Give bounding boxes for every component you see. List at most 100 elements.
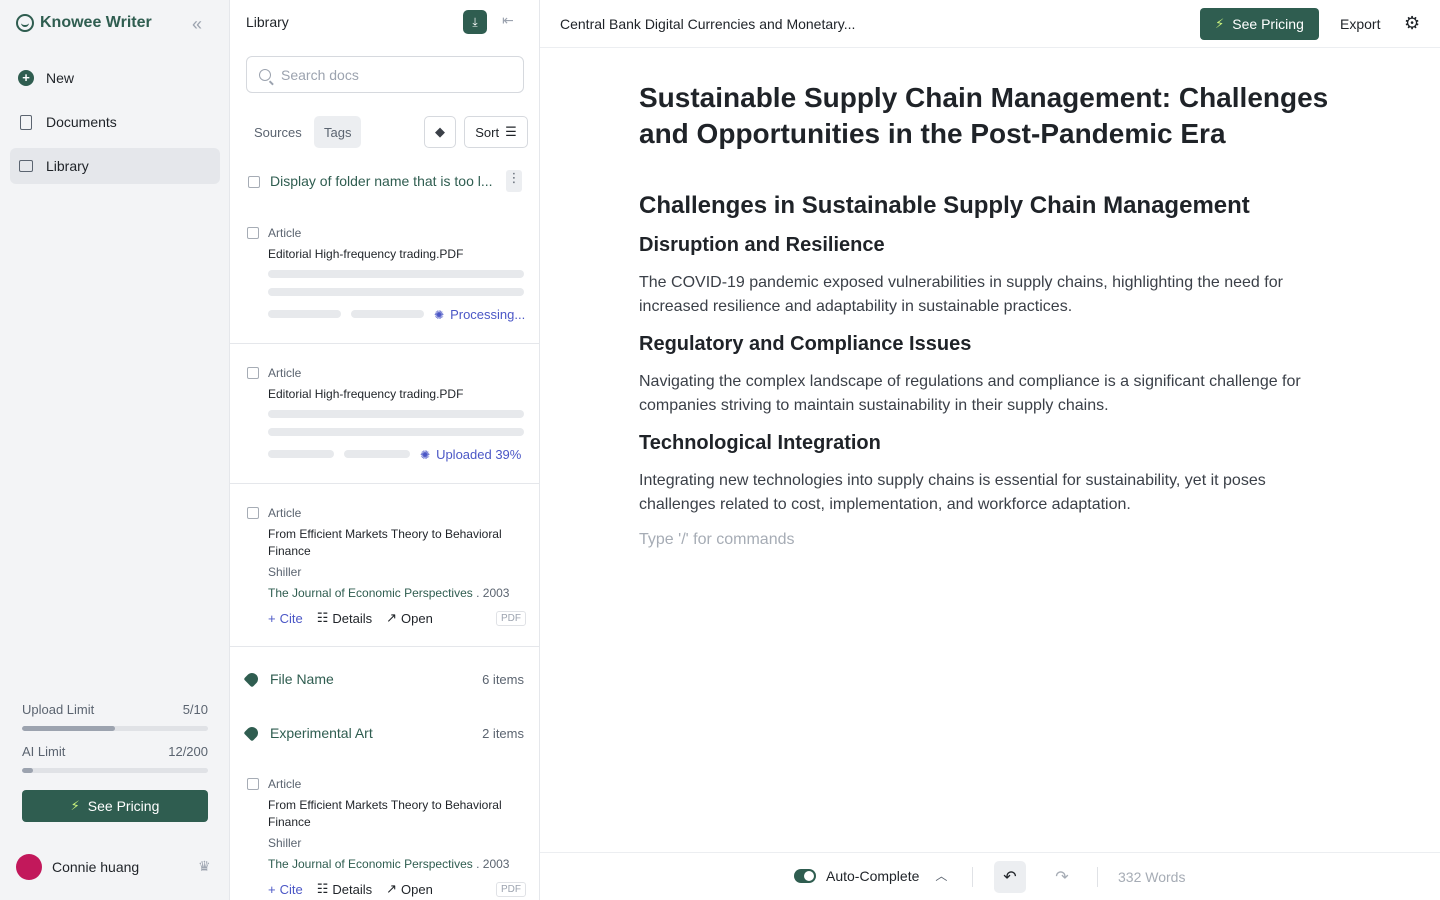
item-title: Editorial High-frequency trading.PDF	[268, 387, 464, 401]
list-icon: ☷	[316, 881, 329, 896]
item-actions: + Cite ☷ Details ↗ Open	[268, 881, 433, 897]
tag-icon	[243, 670, 261, 688]
app-name: Knowee Writer	[40, 14, 152, 31]
external-link-icon: ↗	[386, 610, 398, 625]
close-panel-icon[interactable]: ⇤	[502, 12, 514, 29]
autocomplete-toggle[interactable]: Auto-Complete ︿	[794, 867, 947, 884]
more-options-icon[interactable]: ⋮	[506, 170, 522, 192]
item-status: ✺ Processing...	[434, 307, 525, 322]
details-button[interactable]: ☷ Details	[317, 610, 372, 626]
item-checkbox[interactable]	[247, 227, 259, 239]
upload-icon: ⤓	[472, 14, 478, 29]
item-journal: The Journal of Economic Perspectives . 2…	[268, 586, 509, 600]
nav-new-label: New	[46, 70, 75, 86]
section-heading: Challenges in Sustainable Supply Chain M…	[639, 192, 1250, 219]
item-checkbox[interactable]	[247, 367, 259, 379]
cite-button[interactable]: + Cite	[268, 611, 303, 626]
nav-library-label: Library	[46, 158, 89, 174]
user-profile[interactable]: Connie huang	[16, 854, 139, 880]
ai-limit-label: AI Limit	[22, 744, 66, 759]
paragraph: Integrating new technologies into supply…	[639, 472, 1266, 513]
collapse-sidebar-icon[interactable]: «	[192, 14, 202, 35]
search-input[interactable]	[281, 66, 521, 83]
tab-tags[interactable]: Tags	[314, 116, 362, 148]
toggle-switch[interactable]	[794, 868, 816, 883]
upload-button[interactable]: ⤓	[463, 10, 487, 34]
plus-icon: +	[268, 881, 276, 897]
user-name: Connie huang	[52, 859, 140, 875]
gear-icon[interactable]: ⚙	[1404, 13, 1420, 34]
redo-button[interactable]: ↷	[1046, 861, 1078, 893]
tag-icon	[243, 724, 261, 742]
brand[interactable]: Knowee Writer	[16, 14, 152, 32]
skeleton-line	[268, 288, 524, 296]
avatar	[16, 854, 42, 880]
nav-documents[interactable]: Documents	[10, 104, 220, 140]
tag-count: 2 items	[482, 725, 524, 741]
divider	[1097, 867, 1098, 887]
pdf-badge: PDF	[496, 882, 526, 897]
cite-button[interactable]: + Cite	[268, 882, 303, 897]
nav-documents-label: Documents	[46, 114, 117, 130]
lightning-icon: ⚡	[1215, 16, 1225, 31]
command-placeholder[interactable]: Type '/' for commands	[639, 531, 1339, 549]
tag-filter-button[interactable]: ◆	[424, 116, 456, 148]
ai-limit-bar	[22, 768, 208, 773]
item-actions: + Cite ☷ Details ↗ Open	[268, 610, 433, 626]
folder-row[interactable]: Display of folder name that is too l... …	[246, 170, 526, 194]
item-year: . 2003	[476, 586, 510, 600]
paragraph: The COVID-19 pandemic exposed vulnerabil…	[639, 274, 1283, 315]
undo-icon: ↶	[1003, 869, 1017, 886]
skeleton-line	[268, 450, 334, 458]
chevron-up-icon[interactable]: ︿	[935, 867, 947, 884]
item-title: Editorial High-frequency trading.PDF	[268, 247, 464, 261]
nav-new[interactable]: + New	[10, 60, 220, 96]
document-title[interactable]: Central Bank Digital Currencies and Mone…	[560, 16, 855, 32]
item-type: Article	[268, 366, 302, 380]
item-status: ✺ Uploaded 39%	[420, 447, 521, 462]
item-title: From Efficient Markets Theory to Behavio…	[268, 798, 502, 829]
list-item[interactable]: Article From Efficient Markets Theory to…	[230, 761, 539, 900]
item-type: Article	[268, 506, 302, 520]
crown-icon: ♛	[198, 858, 211, 874]
open-label: Open	[401, 881, 433, 897]
list-icon: ☷	[316, 610, 329, 625]
upload-limit-value: 5/10	[182, 702, 208, 717]
tag-icon: ◆	[435, 124, 445, 139]
nav-library[interactable]: Library	[10, 148, 220, 184]
search-box	[246, 56, 524, 93]
item-status-text: Processing...	[450, 307, 526, 322]
list-item[interactable]: Article Editorial High-frequency trading…	[230, 210, 539, 344]
spinner-icon: ✺	[420, 447, 431, 462]
document-content[interactable]: Sustainable Supply Chain Management: Cha…	[639, 80, 1339, 549]
skeleton-line	[268, 310, 341, 318]
knowee-logo-icon	[16, 14, 34, 32]
tag-row[interactable]: File Name 6 items	[243, 667, 524, 691]
item-author: Shiller	[268, 565, 302, 579]
sidebar-see-pricing-button[interactable]: ⚡ See Pricing	[22, 790, 208, 822]
item-checkbox[interactable]	[247, 507, 259, 519]
open-button[interactable]: ↗ Open	[386, 610, 433, 626]
export-button[interactable]: Export	[1340, 16, 1380, 32]
see-pricing-button[interactable]: ⚡ See Pricing	[1200, 8, 1319, 40]
list-item[interactable]: Article From Efficient Markets Theory to…	[230, 490, 539, 647]
sort-label: Sort	[475, 124, 500, 140]
tag-row[interactable]: Experimental Art 2 items	[243, 721, 524, 745]
spinner-icon: ✺	[434, 307, 445, 322]
tab-sources[interactable]: Sources	[244, 116, 312, 148]
subsection-heading: Technological Integration	[639, 432, 881, 454]
details-button[interactable]: ☷ Details	[317, 881, 372, 897]
sidebar: Knowee Writer « + New Documents Library …	[0, 0, 230, 900]
word-count: 332 Words	[1118, 869, 1186, 885]
lightning-icon: ⚡	[70, 798, 80, 813]
item-checkbox[interactable]	[247, 778, 259, 790]
external-link-icon: ↗	[386, 881, 398, 896]
subsection-heading: Regulatory and Compliance Issues	[639, 333, 972, 355]
undo-button[interactable]: ↶	[994, 861, 1026, 893]
sort-button[interactable]: Sort ☰	[464, 116, 528, 148]
skeleton-line	[344, 450, 410, 458]
open-button[interactable]: ↗ Open	[386, 881, 433, 897]
editor-topbar: Central Bank Digital Currencies and Mone…	[540, 0, 1440, 48]
list-item[interactable]: Article Editorial High-frequency trading…	[230, 350, 539, 484]
folder-checkbox[interactable]	[248, 176, 260, 188]
